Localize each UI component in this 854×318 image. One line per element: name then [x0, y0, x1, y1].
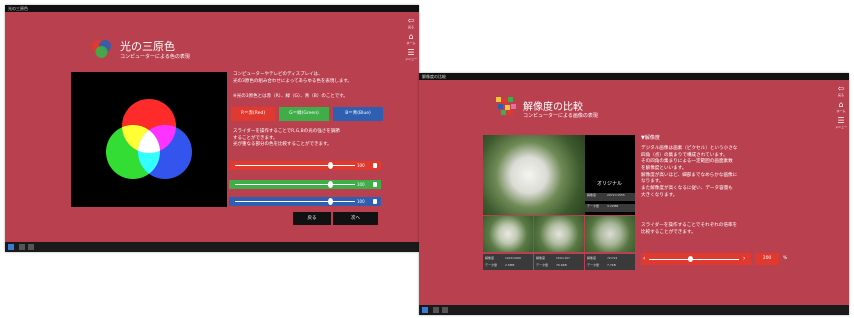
side-menu: ⇦ 戻る ⌂ ホーム ☰ メニュー [405, 16, 418, 62]
slider-knob[interactable] [328, 181, 333, 188]
page-title: 光の三原色 [120, 40, 175, 53]
thumb3-caps: 解像度 72×54 データ量 7.7KB [585, 254, 635, 270]
original-datasize: データ量 3.22MB [585, 204, 635, 212]
menu-icon[interactable]: ☰ [407, 49, 415, 57]
lock-icon[interactable] [373, 163, 377, 168]
description-text: コンピューターやテレビのディスプレイは、 光の3原色の組み合わせによってあらゆる… [233, 72, 352, 84]
window-titlebar: 解像度の比較 [419, 73, 849, 80]
back-icon[interactable]: ⇦ [407, 17, 415, 25]
slider-instructions: スライダーを操作することでR,G,Bの光の強さを調節 することができます。 光が… [233, 129, 340, 148]
original-info-panel: オリジナル [585, 135, 635, 215]
zoom-value: 200 [762, 256, 772, 261]
taskbar [5, 242, 419, 252]
red-slider[interactable]: 100 [229, 161, 381, 170]
zoom-slider[interactable]: ‹ › [641, 253, 751, 265]
page-subtitle: コンピューターによる色の表現 [120, 54, 190, 60]
home-icon[interactable]: ⌂ [837, 101, 845, 109]
slider-knob[interactable] [328, 162, 333, 169]
back-button[interactable]: 戻る [293, 212, 331, 225]
section-heading: ▼解像度 [641, 135, 660, 141]
thumb1-caps: 解像度 1024×690 データ量 2.6MB [483, 254, 533, 270]
blue-button[interactable]: B＝青(Blue) [333, 107, 383, 121]
red-button[interactable]: R＝赤(Red) [231, 107, 275, 121]
original-image [483, 135, 585, 215]
rgb-venn-diagram [106, 99, 192, 179]
zoom-unit: % [783, 256, 788, 261]
original-resolution: 解像度 2072×1555 [585, 193, 635, 201]
original-label: オリジナル [597, 181, 623, 187]
slider-track [649, 259, 739, 260]
taskbar-app-icon[interactable] [433, 307, 439, 313]
slider-left-arrow[interactable]: ‹ [643, 253, 645, 265]
page-subtitle: コンピューターによる画像の表現 [523, 113, 598, 119]
page-title: 解像度の比較 [523, 102, 583, 113]
thumbnail-3[interactable] [585, 216, 635, 252]
rgb-preview-panel [71, 72, 227, 207]
slider-value: 100 [357, 199, 365, 204]
description-text: デジタル画像は画素（ピクセル）という小さな 四角（点）の集まりで構成されています… [641, 146, 738, 198]
lock-icon[interactable] [373, 182, 377, 187]
taskbar-app-icon[interactable] [19, 244, 25, 250]
next-button[interactable]: 次へ [333, 212, 378, 225]
menu-icon[interactable]: ☰ [837, 117, 845, 125]
right-app-window: 解像度の比較 解像度の比較 コンピューターによる画像の表現 オリジナル 解像度 2… [419, 73, 849, 315]
lock-icon[interactable] [373, 199, 377, 204]
start-icon[interactable] [8, 244, 14, 250]
slider-right-arrow[interactable]: › [743, 253, 745, 265]
home-icon[interactable]: ⌂ [407, 33, 415, 41]
window-titlebar: 光の三原色 [5, 5, 419, 12]
green-slider[interactable]: 100 [229, 180, 381, 189]
note-text: ※光の3原色とは赤（R）、緑（G）、青（B）のことです。 [233, 94, 348, 99]
start-icon[interactable] [422, 307, 428, 313]
thumbnail-1[interactable] [483, 216, 533, 252]
blue-slider[interactable]: 100 [229, 197, 381, 206]
thumbnail-2[interactable] [534, 216, 584, 252]
slider-knob[interactable] [688, 256, 693, 262]
slider-value: 100 [357, 163, 365, 168]
slider-instructions: スライダーを操作することでそれぞれの倍率を 比較することができます。 [641, 223, 738, 235]
slider-knob[interactable] [328, 198, 333, 205]
green-button[interactable]: G＝緑(Green) [279, 107, 329, 121]
left-app-window: 光の三原色 光の三原色 コンピューターによる色の表現 コンピューターやテレビのデ… [5, 5, 419, 252]
taskbar-app-icon[interactable] [442, 307, 448, 313]
taskbar [419, 305, 849, 315]
zoom-value-box: 200 [755, 253, 779, 265]
thumb2-caps: 解像度 150×107 データ量 76.6KB [534, 254, 584, 270]
side-menu: ⇦ 戻る ⌂ ホーム ☰ メニュー [835, 84, 848, 130]
rgb-logo-icon [92, 40, 111, 58]
taskbar-app-icon[interactable] [28, 244, 34, 250]
slider-value: 100 [357, 182, 365, 187]
back-icon[interactable]: ⇦ [837, 85, 845, 93]
pixel-logo-icon [496, 97, 516, 115]
